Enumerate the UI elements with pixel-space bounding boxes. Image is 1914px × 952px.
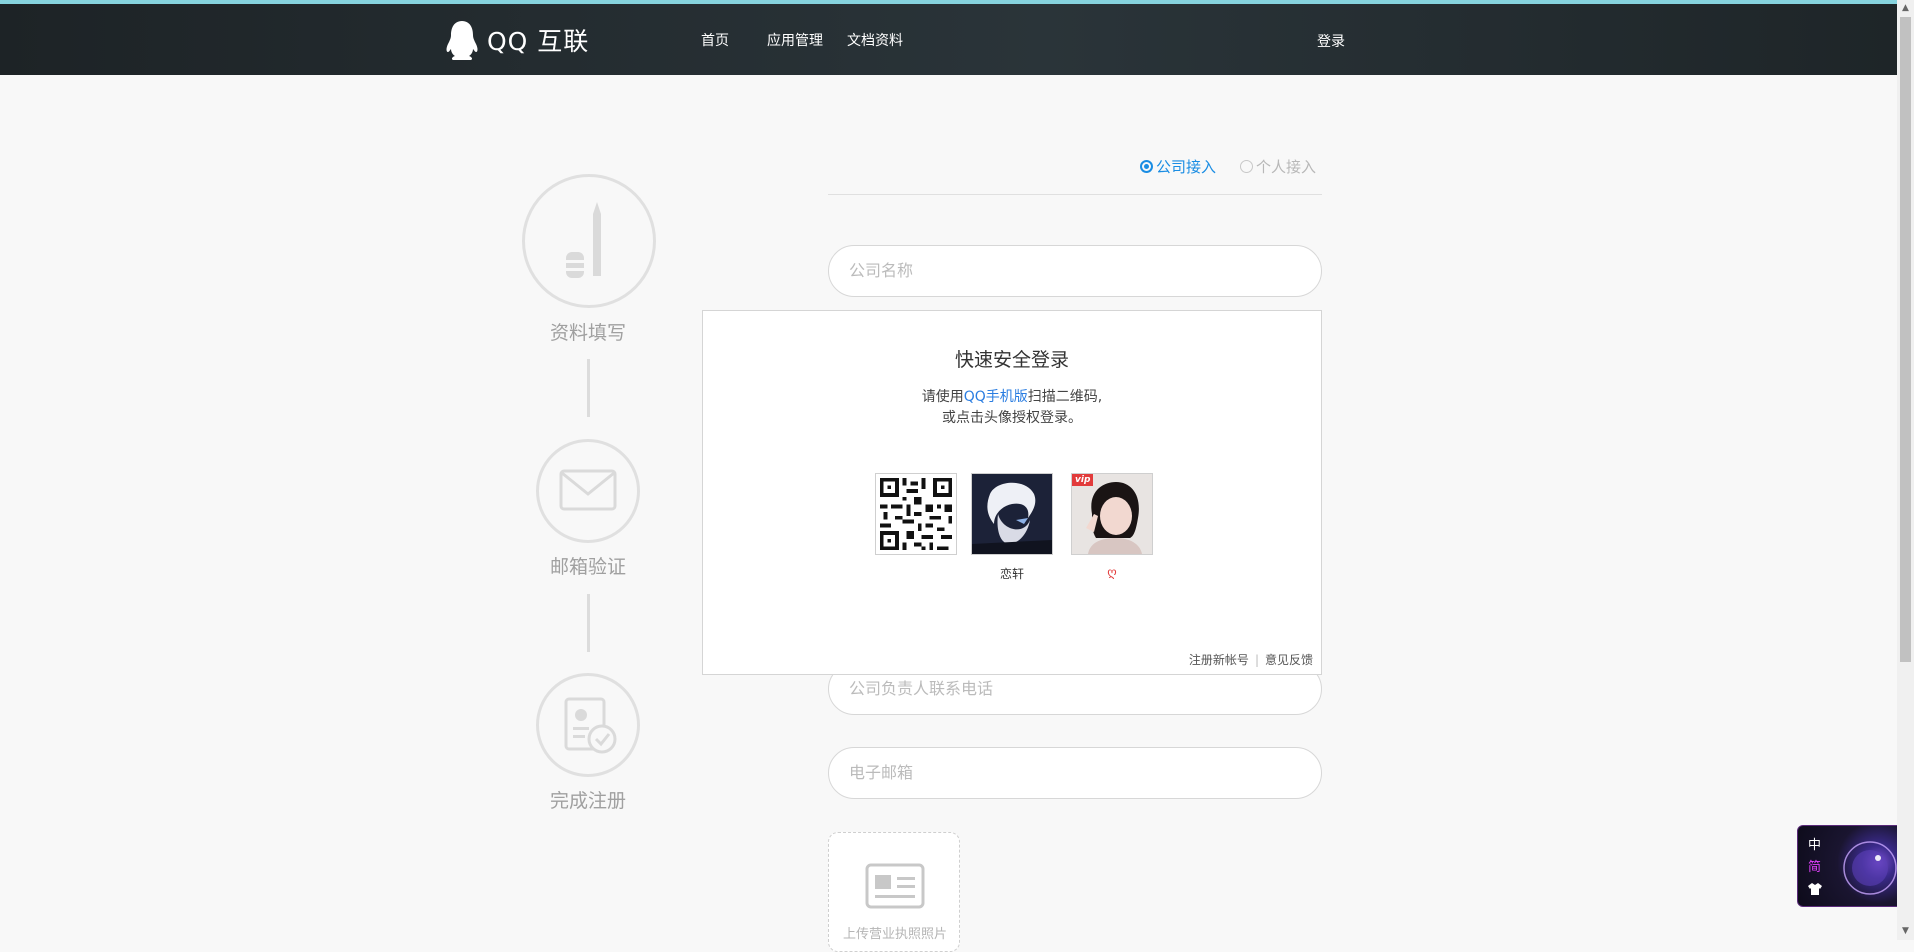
quick-login-popup: 快速安全登录 请使用QQ手机版扫描二维码, 或点击头像授权登录。 恋轩 vip … [702,310,1322,675]
pen-icon [566,202,601,278]
id-card-check-icon [564,697,617,754]
step-connector [587,594,590,652]
avatar-image [1072,474,1152,554]
scroll-down-arrow-icon[interactable]: ▼ [1897,923,1914,940]
popup-title: 快速安全登录 [954,349,1069,371]
radio-unselected-icon [1240,160,1253,173]
nav-app-management[interactable]: 应用管理 [767,30,823,50]
desc-prefix: 请使用 [921,389,964,405]
account-avatar[interactable] [971,473,1053,555]
qr-code-icon [876,474,956,554]
qr-code[interactable] [875,473,957,555]
avatar-image [972,474,1052,554]
divider [828,194,1322,195]
footer-separator: | [1254,653,1259,667]
popup-description: 请使用QQ手机版扫描二维码, 或点击头像授权登录。 [703,387,1321,429]
step-3-label: 完成注册 [549,790,626,812]
step-3-circle [536,673,640,777]
company-name-input[interactable]: 公司名称 [828,245,1322,297]
account-name: 恋轩 [999,567,1024,581]
step-connector [587,359,590,417]
radio-company-label: 公司接入 [1156,158,1217,176]
desc-line2: 或点击头像授权登录。 [942,410,1082,426]
qq-mobile-link[interactable]: QQ手机版 [964,389,1028,405]
scrollbar-thumb[interactable] [1900,17,1911,662]
document-icon [865,863,925,909]
business-license-upload[interactable]: 上传营业执照照片 [828,832,960,952]
login-link[interactable]: 登录 [1317,31,1345,51]
logo-text: QQ 互联 [487,27,590,56]
email-input[interactable]: 电子邮箱 [828,747,1322,799]
account-name: ღ [1107,565,1117,579]
step-2-circle [536,439,640,543]
nav-docs[interactable]: 文档资料 [847,30,903,50]
step-1-circle [522,174,656,308]
radio-selected-icon [1140,160,1153,173]
popup-footer: 注册新帐号 | 意见反馈 [1189,651,1313,668]
register-link[interactable]: 注册新帐号 [1189,653,1249,667]
vertical-scrollbar[interactable]: ▲ ▼ [1897,0,1914,940]
qq-logo[interactable]: QQ 互联 [445,18,589,62]
envelope-icon [559,469,617,511]
step-2-label: 邮箱验证 [549,556,626,578]
shirt-icon [1808,883,1822,895]
radio-company-access[interactable]: 公司接入 [1140,156,1216,177]
radio-personal-label: 个人接入 [1256,158,1317,176]
top-header: QQ 互联 首页 应用管理 文档资料 登录 [0,4,1897,75]
feedback-link[interactable]: 意见反馈 [1265,653,1313,667]
penguin-icon [446,21,478,60]
step-1-label: 资料填写 [549,322,626,344]
vip-badge: vip [1072,474,1094,486]
widget-char[interactable]: 中 [1808,834,1821,853]
scroll-up-arrow-icon[interactable]: ▲ [1897,0,1914,17]
upload-label: 上传营业执照照片 [842,927,947,942]
widget-char[interactable]: 简 [1808,856,1821,875]
account-avatar[interactable]: vip [1071,473,1153,555]
nav-home[interactable]: 首页 [701,30,729,50]
radio-personal-access[interactable]: 个人接入 [1240,156,1316,177]
desc-suffix: 扫描二维码, [1027,389,1103,405]
